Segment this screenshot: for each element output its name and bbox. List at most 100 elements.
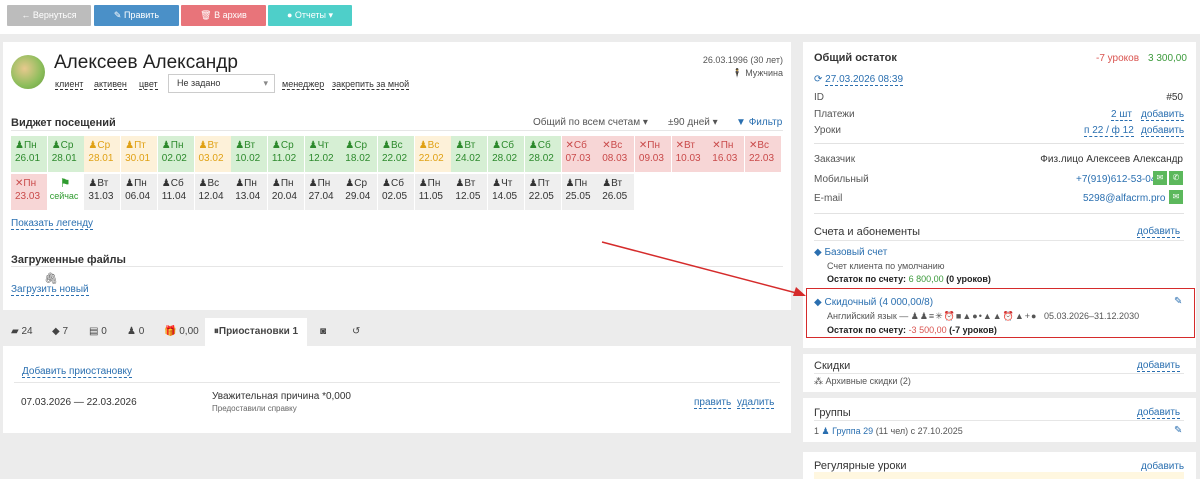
visit-day[interactable]: ♟Вт 12.05 [451,174,488,210]
tab-comments[interactable]: ▰ 24 [11,318,33,346]
mail-icon[interactable]: ✉ [1169,190,1183,204]
visit-date: 09.03 [638,153,664,164]
manager-link[interactable]: менеджер [282,79,325,90]
visit-day[interactable]: ♟Ср 11.02 [267,136,304,172]
date-row[interactable]: ⟳ 27.03.2026 08:39 [814,74,904,86]
tag-client[interactable]: клиент [55,79,84,90]
visit-day[interactable]: ✕Пн 09.03 [634,136,671,172]
add-discount-link[interactable]: добавить [1137,360,1181,372]
visit-day[interactable]: ♟Вс 22.02 [378,136,414,172]
visit-day[interactable]: ♟Сб 28.02 [524,136,561,172]
visit-date: 22.02 [382,153,408,164]
total-title: Общий остаток [814,52,897,64]
assign-link[interactable]: закрепить за мной [332,79,410,90]
sms-icon[interactable]: ✉ [1153,171,1167,185]
add-suspension-link[interactable]: Добавить приостановку [22,366,133,378]
visit-day[interactable]: ♟Пн 11.05 [414,174,451,210]
archive-discounts-link[interactable]: ⁂ Архивные скидки (2) [814,376,911,387]
edit-button[interactable]: ✎ Править [94,5,179,26]
visit-day[interactable]: ✕Вт 10.03 [671,136,708,172]
group-edit-icon[interactable]: ✎ [1174,425,1182,436]
phone-icon[interactable]: ✆ [1169,171,1183,185]
show-legend-link[interactable]: Показать легенду [11,218,94,230]
users-icon: ♟ [821,426,830,436]
email-label: E-mail [814,193,843,204]
visit-day[interactable]: ✕Сб 07.03 [561,136,598,172]
groups-title: Группы [814,407,851,419]
visit-day[interactable]: ✕Пн 23.03 [11,174,47,210]
user-icon: ♟ [271,178,281,189]
visit-day[interactable]: ♟Пн 02.02 [157,136,194,172]
visit-date: 28.02 [528,153,554,164]
visit-day[interactable]: ♟Пн 20.04 [267,174,304,210]
lessons-count-link[interactable]: п 22 / ф 12 [1084,125,1134,137]
visit-day[interactable]: ✕Вс 08.03 [598,136,635,172]
payments-label: Платежи [814,109,855,120]
archive-button[interactable]: 🗑 В архив [181,5,266,26]
base-account-desc: Счет клиента по умолчанию [827,261,945,271]
visit-day[interactable]: ♟Чт 12.02 [304,136,341,172]
visit-day[interactable]: ♟Ср 28.01 [47,136,84,172]
visit-day[interactable]: ♟Ср 29.04 [341,174,378,210]
visit-day[interactable]: ♟Сб 11.04 [157,174,194,210]
mobile-value[interactable]: +7(919)612-53-04 [1076,174,1156,185]
visit-day[interactable]: ♟Вт 24.02 [451,136,488,172]
filter-days-dropdown[interactable]: ±90 дней ▾ [668,117,718,128]
pencil-icon[interactable]: ✎ [1174,296,1182,307]
visit-day[interactable]: ♟Пн 27.04 [304,174,341,210]
visit-date: 11.05 [418,191,443,202]
tag-active[interactable]: активен [94,79,127,90]
discount-period: 05.03.2026–31.12.2030 [1043,311,1140,321]
reports-button[interactable]: ● Отчеты ▾ [268,5,352,26]
visit-day[interactable]: ♟Пт 22.05 [524,174,561,210]
visit-day[interactable]: ♟Вт 26.05 [598,174,635,210]
visit-day[interactable]: ✕Вс 22.03 [745,136,781,172]
visit-day[interactable]: ♟Сб 02.05 [378,174,414,210]
suspension-edit-link[interactable]: править [694,397,732,409]
add-group-link[interactable]: добавить [1137,407,1181,419]
suspension-delete-link[interactable]: удалить [737,397,775,409]
tag-color[interactable]: цвет [139,79,158,90]
visit-day[interactable]: ♟Сб 28.02 [488,136,525,172]
filter-button[interactable]: ▼ Фильтр [736,117,782,128]
visit-day[interactable]: ✕Пн 16.03 [708,136,745,172]
visit-date: 22.05 [528,191,554,202]
discount-course-row: Английский язык — ♟♟≡✳⏰■▲●•▲▲⏰▲+● 05.03.… [827,311,1139,322]
tab-documents[interactable]: ▤ 0 [89,318,107,346]
tab-tasks[interactable]: ◆ 7 [52,318,68,346]
task-icon: ◆ [52,326,60,337]
visit-day[interactable]: ♟Пт 30.01 [121,136,158,172]
visit-day[interactable]: ♟Вс 22.02 [414,136,451,172]
tab-camera[interactable]: ◙ [320,318,326,346]
visit-day[interactable]: ♟Пн 25.05 [561,174,598,210]
tab-history[interactable]: ↺ [352,318,360,346]
group-link[interactable]: Группа 29 [832,426,873,436]
visit-day[interactable]: ♟Пн 06.04 [121,174,158,210]
visit-day[interactable]: ♟Ср 18.02 [341,136,378,172]
add-payment-link[interactable]: добавить [1141,109,1185,121]
visit-day[interactable]: ♟Ср 28.01 [84,136,121,172]
visit-day-now[interactable]: ⚑ сейчас [48,174,84,210]
filter-all-dropdown[interactable]: Общий по всем счетам ▾ [533,117,648,128]
add-lessons-link[interactable]: добавить [1141,125,1185,137]
visit-day[interactable]: ♟Вс 12.04 [194,174,231,210]
tab-lessons[interactable]: ♟ 0 [127,318,144,346]
visit-day[interactable]: ♟Чт 14.05 [488,174,525,210]
add-account-link[interactable]: добавить [1137,226,1181,238]
color-select[interactable]: Не задано ▾ [168,74,275,93]
user-icon: ♟ [125,140,135,151]
upload-link[interactable]: Загрузить новый [11,284,89,296]
discount-account-link[interactable]: ◆ Скидочный (4 000,00/8) [814,297,933,308]
email-value[interactable]: 5298@alfacrm.pro [1083,193,1165,204]
visit-day[interactable]: ♟Вт 03.02 [194,136,231,172]
visit-day[interactable]: ♟Пн 13.04 [231,174,268,210]
back-button[interactable]: ← Вернуться [7,5,91,26]
base-account-link[interactable]: ◆ Базовый счет [814,247,887,258]
visit-day[interactable]: ♟Вт 10.02 [231,136,268,172]
suspension-panel [3,346,791,433]
tab-bonus[interactable]: 🎁 0,00 [164,318,199,346]
visit-day[interactable]: ♟Вт 31.03 [84,174,121,210]
visit-day[interactable]: ♟Пн 26.01 [11,136,47,172]
payments-count-link[interactable]: 2 шт [1111,109,1132,121]
tab-suspensions[interactable]: ⏸Приостановки 1 [205,318,307,346]
